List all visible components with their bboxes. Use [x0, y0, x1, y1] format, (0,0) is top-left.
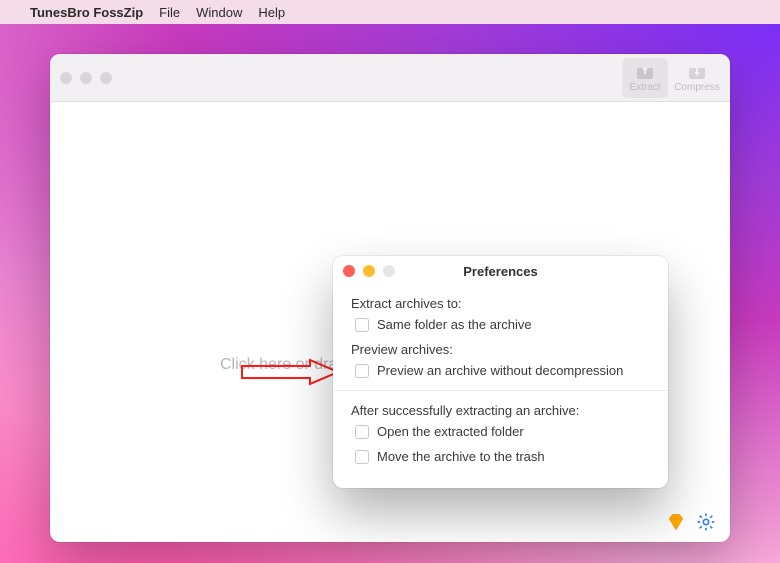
prefs-zoom-icon[interactable] — [383, 265, 395, 277]
option-preview-without-decompression[interactable]: Preview an archive without decompression — [351, 363, 650, 378]
traffic-minimize-icon[interactable] — [80, 72, 92, 84]
preferences-titlebar: Preferences — [333, 256, 668, 286]
option-same-folder-label: Same folder as the archive — [377, 317, 532, 332]
main-traffic-lights — [60, 72, 112, 84]
compress-button[interactable]: Compress — [674, 58, 720, 98]
extract-button-label: Extract — [629, 82, 660, 93]
main-titlebar: Extract Compress — [50, 54, 730, 102]
option-open-folder-label: Open the extracted folder — [377, 424, 524, 439]
drop-hint-text[interactable]: Click here or dra — [220, 356, 337, 374]
main-toolbar: Extract Compress — [622, 58, 720, 98]
preview-archives-label: Preview archives: — [351, 342, 650, 357]
compress-icon — [688, 64, 706, 80]
option-move-trash-label: Move the archive to the trash — [377, 449, 545, 464]
extract-to-label: Extract archives to: — [351, 296, 650, 311]
preferences-dialog: Preferences Extract archives to: Same fo… — [333, 256, 668, 488]
prefs-minimize-icon[interactable] — [363, 265, 375, 277]
traffic-zoom-icon[interactable] — [100, 72, 112, 84]
menubar-help[interactable]: Help — [258, 5, 285, 20]
desktop: Extract Compress Click here or dra — [0, 24, 780, 563]
compress-button-label: Compress — [674, 82, 720, 93]
prefs-close-icon[interactable] — [343, 265, 355, 277]
traffic-close-icon[interactable] — [60, 72, 72, 84]
checkbox-open-folder[interactable] — [355, 425, 369, 439]
menubar-app-name[interactable]: TunesBro FossZip — [30, 5, 143, 20]
checkbox-preview[interactable] — [355, 364, 369, 378]
after-extract-label: After successfully extracting an archive… — [351, 403, 650, 418]
extract-icon — [636, 64, 654, 80]
option-open-extracted-folder[interactable]: Open the extracted folder — [351, 424, 650, 439]
checkbox-same-folder[interactable] — [355, 318, 369, 332]
option-move-to-trash[interactable]: Move the archive to the trash — [351, 449, 650, 464]
option-same-folder[interactable]: Same folder as the archive — [351, 317, 650, 332]
menubar-window[interactable]: Window — [196, 5, 242, 20]
menubar-file[interactable]: File — [159, 5, 180, 20]
option-preview-label: Preview an archive without decompression — [377, 363, 623, 378]
extract-button[interactable]: Extract — [622, 58, 668, 98]
menu-bar: TunesBro FossZip File Window Help — [0, 0, 780, 24]
checkbox-move-trash[interactable] — [355, 450, 369, 464]
settings-gear-icon[interactable] — [696, 512, 716, 532]
sketch-diamond-icon[interactable] — [666, 512, 686, 532]
